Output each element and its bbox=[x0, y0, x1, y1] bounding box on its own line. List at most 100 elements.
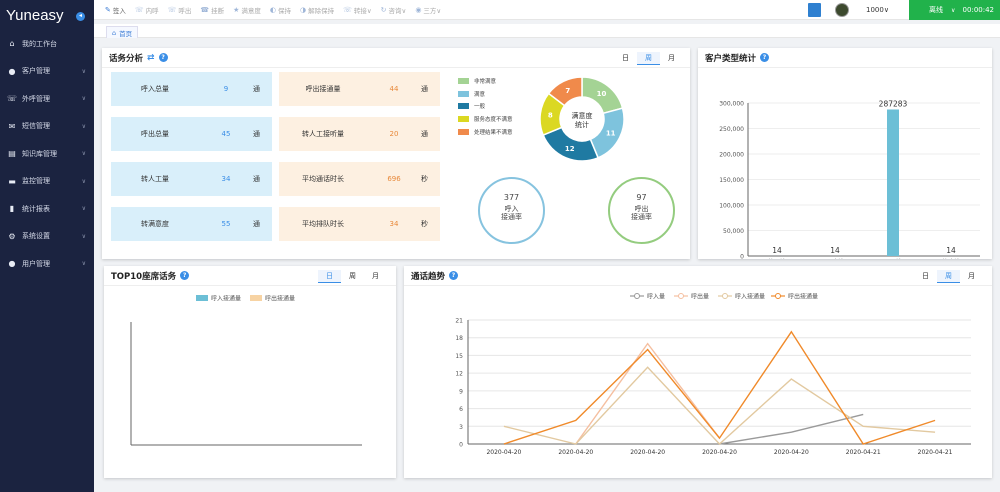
chevron-down-icon: ∨ bbox=[81, 232, 86, 240]
legend-item[interactable]: 服务态度不满意 bbox=[458, 113, 513, 126]
x-tick-label: 已确认 bbox=[826, 258, 844, 259]
sidebar-item-5[interactable]: ▬ 监控管理 ∨ bbox=[0, 168, 94, 196]
legend-swatch bbox=[458, 128, 469, 135]
legend-item[interactable]: 一般 bbox=[458, 100, 513, 113]
chevron-down-icon: ∨ bbox=[81, 95, 86, 103]
chevron-down-icon: ∨ bbox=[81, 205, 86, 213]
legend-label: 非常满意 bbox=[474, 79, 497, 86]
y-tick-label: 300,000 bbox=[719, 101, 744, 108]
consult-icon: ↻ bbox=[380, 5, 387, 14]
series-line[interactable] bbox=[575, 342, 721, 445]
extension-select[interactable]: 1000∨ bbox=[866, 6, 889, 14]
toolbar-button-3[interactable]: ☎ 挂断 bbox=[200, 5, 224, 15]
legend-swatch[interactable] bbox=[250, 295, 262, 301]
unhold-icon: ◑ bbox=[300, 5, 307, 14]
bar[interactable] bbox=[887, 109, 899, 256]
refresh-icon[interactable]: ⇄ bbox=[147, 53, 155, 63]
toolbar-button-9[interactable]: ◉ 三方∨ bbox=[415, 5, 441, 15]
sidebar-item-7[interactable]: ⚙ 系统设置 ∨ bbox=[0, 223, 94, 251]
stat-value: 34 bbox=[221, 175, 231, 183]
tab-day[interactable]: 日 bbox=[914, 270, 937, 283]
sidebar-item-0[interactable]: ⌂ 我的工作台 bbox=[0, 30, 94, 58]
toolbar-button-5[interactable]: ◐ 保持 bbox=[270, 5, 291, 15]
toolbar-button-0[interactable]: ✎ 签入 bbox=[105, 5, 126, 15]
stat-label: 转满意度 bbox=[141, 220, 169, 228]
legend-swatch[interactable] bbox=[196, 295, 208, 301]
avatar[interactable] bbox=[835, 3, 849, 17]
toolbar-button-8[interactable]: ↻ 咨询∨ bbox=[381, 5, 407, 15]
help-icon[interactable]: ? bbox=[180, 271, 190, 280]
tab-month[interactable]: 月 bbox=[364, 270, 387, 283]
outbound-rate-value: 97 bbox=[636, 193, 647, 202]
sidebar-item-2[interactable]: ☏ 外呼管理 ∨ bbox=[0, 85, 94, 113]
y-tick-label: 3 bbox=[459, 424, 463, 431]
tab-week[interactable]: 周 bbox=[637, 52, 660, 65]
outbound-call-icon: ☏ bbox=[167, 5, 177, 14]
help-icon[interactable]: ? bbox=[760, 53, 770, 62]
help-icon[interactable]: ? bbox=[158, 53, 168, 62]
book-icon[interactable] bbox=[808, 3, 821, 17]
outbound-rate-circle: 97 呼出 接通率 bbox=[608, 177, 675, 244]
toolbar-button-6[interactable]: ◑ 解除保持 bbox=[300, 5, 334, 15]
hangup-icon: ☎ bbox=[200, 5, 210, 14]
y-tick-label: 50,000 bbox=[723, 228, 744, 235]
toolbar-button-4[interactable]: ★ 满意度 bbox=[233, 5, 261, 15]
legend-swatch bbox=[458, 103, 469, 110]
sidebar-item-6[interactable]: ▮ 统计报表 ∨ bbox=[0, 195, 94, 223]
stat-label: 呼出总量 bbox=[141, 130, 169, 138]
tab-month[interactable]: 月 bbox=[960, 270, 983, 283]
tab-day[interactable]: 日 bbox=[318, 270, 341, 283]
y-tick-label: 12 bbox=[455, 371, 463, 378]
y-tick-label: 0 bbox=[459, 442, 463, 449]
panel-title: TOP10座席话务 bbox=[111, 271, 177, 282]
bar-value-label: 14 bbox=[946, 246, 956, 255]
tab-month[interactable]: 月 bbox=[660, 52, 683, 65]
x-tick-label: 2020-04-20 bbox=[630, 449, 665, 456]
legend-item[interactable]: 非常满意 bbox=[458, 75, 513, 88]
chevron-down-icon: ∨ bbox=[81, 122, 86, 130]
tab-week[interactable]: 周 bbox=[937, 270, 960, 283]
stat-label: 转人工接听量 bbox=[302, 130, 344, 138]
collapse-sidebar-icon[interactable]: ◂ bbox=[76, 12, 85, 21]
toolbar-button-2[interactable]: ☏ 呼出 bbox=[168, 5, 192, 15]
legend-item[interactable]: 处理结果不满意 bbox=[458, 125, 513, 138]
help-icon[interactable]: ? bbox=[449, 271, 459, 280]
legend-label: 呼入接通量 bbox=[735, 293, 765, 301]
toolbar-button-7[interactable]: ☏ 转接∨ bbox=[343, 5, 372, 15]
sidebar-item-3[interactable]: ✉ 短信管理 ∨ bbox=[0, 113, 94, 141]
inbound-rate-value: 377 bbox=[503, 193, 520, 202]
toolbar-label: 咨询∨ bbox=[388, 6, 407, 15]
stat-unit: 通 bbox=[253, 175, 260, 183]
legend-label: 呼出量 bbox=[691, 293, 709, 301]
stat-label: 呼入总量 bbox=[141, 85, 169, 93]
stat-value: 45 bbox=[221, 130, 231, 138]
stat-right-3: 平均排队时长 34 秒 bbox=[279, 207, 440, 241]
satisfaction-donut: 10 11 12 8 7 满意度统计 bbox=[539, 76, 625, 162]
y-tick-label: 150,000 bbox=[719, 177, 744, 184]
donut-center-label: 满意度 bbox=[572, 111, 593, 120]
series-line[interactable] bbox=[503, 366, 936, 445]
tab-week[interactable]: 周 bbox=[341, 270, 364, 283]
legend-marker bbox=[634, 293, 640, 299]
sidebar-item-8[interactable]: ● 用户管理 ∨ bbox=[0, 250, 94, 278]
call-trend-panel: 通话趋势? 日 周 月 呼入量 呼出量 呼入接通量 呼出接通量 21 18 15 12 9 6 3 0… bbox=[404, 266, 992, 478]
stat-unit: 通 bbox=[421, 130, 428, 138]
x-tick-label: 已回访 bbox=[884, 258, 902, 259]
legend-label: 服务态度不满意 bbox=[474, 117, 513, 124]
stat-left-3: 转满意度 55 通 bbox=[111, 207, 272, 241]
toolbar-button-1[interactable]: ☏ 内呼 bbox=[135, 5, 159, 15]
legend-item[interactable]: 满意 bbox=[458, 88, 513, 101]
mail-icon: ✉ bbox=[8, 121, 16, 131]
sidebar-item-1[interactable]: ● 客户管理 ∨ bbox=[0, 58, 94, 86]
sidebar-item-label: 用户管理 bbox=[22, 259, 50, 268]
stat-value: 696 bbox=[387, 175, 401, 183]
outbound-rate-label: 呼出 接通率 bbox=[631, 205, 652, 221]
stat-value: 20 bbox=[389, 130, 399, 138]
settings-icon: ⚙ bbox=[8, 231, 16, 241]
bar-value-label: 287283 bbox=[879, 99, 908, 108]
tab-day[interactable]: 日 bbox=[614, 52, 637, 65]
tab-home[interactable]: ⌂ 首页 bbox=[106, 26, 139, 38]
agent-status[interactable]: 离线 ∨ 00:00:42 bbox=[909, 0, 1000, 20]
x-tick-label: 2020-04-20 bbox=[774, 449, 809, 456]
sidebar-item-4[interactable]: ▤ 知识库管理 ∨ bbox=[0, 140, 94, 168]
